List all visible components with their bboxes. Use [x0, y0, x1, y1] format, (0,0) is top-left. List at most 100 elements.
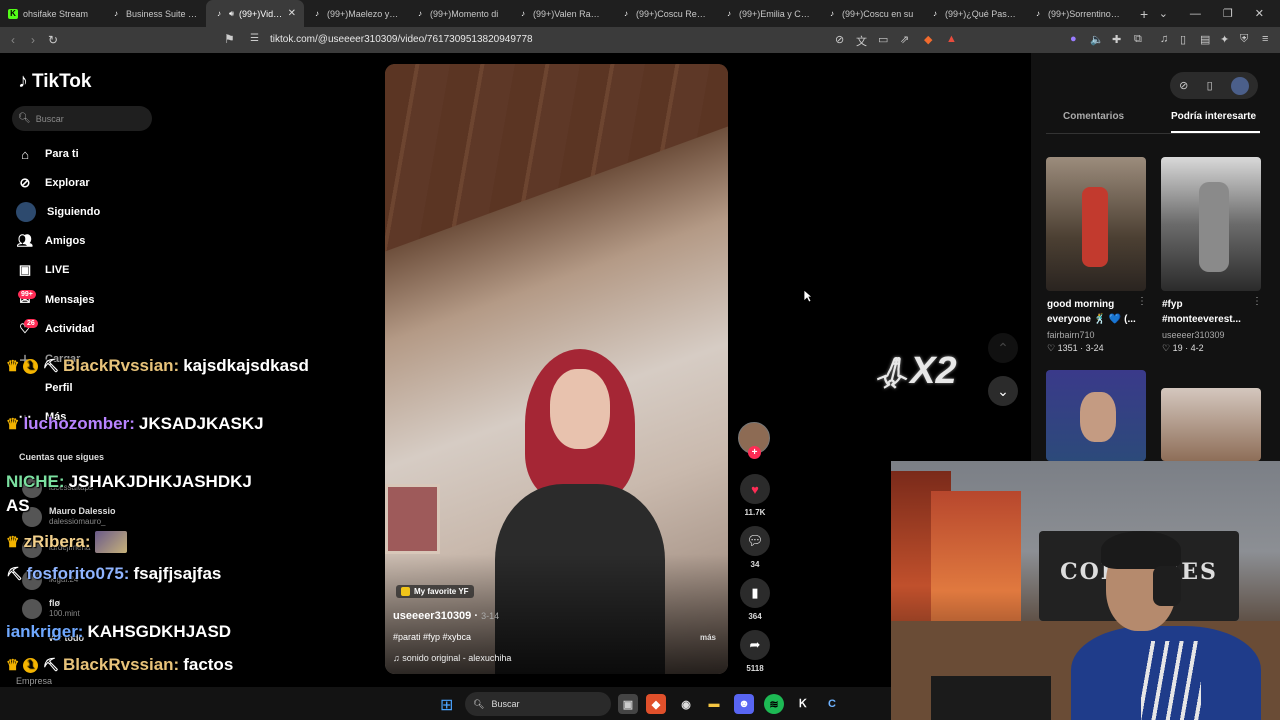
browser-tab[interactable]: ♪ (99+)Coscu Reaccio	[613, 0, 716, 27]
device-icon[interactable]: ▯	[1207, 79, 1213, 92]
reload-icon[interactable]: ↻	[43, 33, 63, 47]
minimize-icon[interactable]: —	[1190, 8, 1201, 20]
close-window-icon[interactable]: ✕	[1255, 7, 1264, 20]
share-icon[interactable]: ⇗	[900, 33, 909, 46]
video-author[interactable]: useeeer310309 · 3-14	[393, 610, 499, 622]
tracking-icon[interactable]: ⊘	[835, 33, 844, 46]
browser-tab[interactable]: ♪ (99+)Coscu en su	[819, 0, 922, 27]
related-video-thumbnail[interactable]	[1046, 157, 1146, 291]
related-video-title[interactable]: good morning everyone 🕺 💙 (...	[1047, 297, 1139, 327]
account-name: Mauro Dalessio	[49, 506, 116, 516]
chat-message: ⛏ fosforito075: fsajfjsajfas	[6, 564, 221, 584]
puzzle-icon[interactable]: ✚	[1112, 33, 1121, 46]
more-options-icon[interactable]: ⋮	[1252, 296, 1262, 307]
sound-label: sonido original - alexuchiha	[402, 653, 512, 663]
more-options-icon[interactable]: ⋮	[1137, 296, 1147, 307]
app-c-icon[interactable]: C	[822, 694, 842, 714]
leo-icon[interactable]: ✦	[1220, 33, 1229, 46]
related-video-title[interactable]: #fyp #monteeverest...	[1162, 297, 1254, 327]
back-icon[interactable]: ‹	[3, 33, 23, 47]
browser-tab[interactable]: ♪ (99+)Valen Ramos	[510, 0, 613, 27]
compass-icon[interactable]: ⊘	[1179, 79, 1188, 92]
browser-tab[interactable]: ♪ (99+)Maelezo ya P	[304, 0, 407, 27]
tab-comments[interactable]: Comentarios	[1063, 111, 1124, 122]
url-field[interactable]: tiktok.com/@useeeer310309/video/76173095…	[270, 34, 533, 45]
browser-tab[interactable]: ♪ (99+)Sorrentinos L	[1025, 0, 1128, 27]
related-video-author[interactable]: useeeer310309	[1162, 330, 1225, 340]
tab-related[interactable]: Podría interesarte	[1171, 111, 1260, 133]
nav-item-explorar[interactable]: ⊘ Explorar	[16, 172, 90, 194]
brave-shield-icon[interactable]: ◆	[924, 33, 932, 46]
search-box[interactable]: 🔍︎	[12, 106, 152, 131]
avatar	[22, 598, 42, 619]
browser-tab[interactable]: ♪ (99+)Momento di	[407, 0, 510, 27]
nav-item-perfil[interactable]: Perfil	[16, 377, 73, 399]
following-account[interactable]: flø 100.mint	[22, 598, 80, 619]
video-sticker[interactable]: My favorite YF	[396, 585, 474, 598]
like-button[interactable]: ♥ 11.7K	[738, 474, 772, 517]
taskbar-search[interactable]: 🔍︎ Buscar	[465, 692, 611, 716]
brave-browser-icon[interactable]: ◆	[646, 694, 666, 714]
like-count: 19	[1172, 343, 1183, 353]
browser-tab[interactable]: ♪ Business Suite | TikT	[103, 0, 206, 27]
nav-item-siguiendo[interactable]: Siguiendo	[16, 201, 100, 223]
discord-icon[interactable]: ☻	[734, 694, 754, 714]
task-view-icon[interactable]: ▣	[618, 694, 638, 714]
nav-item-live[interactable]: ▣ LIVE	[16, 259, 70, 281]
video-sound[interactable]: ♫ sonido original - alexuchiha	[393, 653, 511, 663]
wallet-icon[interactable]: ▤	[1200, 33, 1210, 46]
browser-tab[interactable]: ♪ (99+)¿Qué Pasaría	[922, 0, 1025, 27]
search-input[interactable]	[35, 113, 136, 124]
tiktok-logo[interactable]: ♪ TikTok	[18, 70, 91, 93]
close-tab-icon[interactable]: ✕	[288, 8, 296, 19]
related-video-thumbnail[interactable]	[1046, 370, 1146, 461]
comment-button[interactable]: 💬︎ 34	[738, 526, 772, 569]
bookmark-icon[interactable]: ⚑	[224, 32, 235, 46]
right-panel-toolbar: ⊘ ▯	[1170, 72, 1258, 99]
video-player[interactable]: My favorite YF useeeer310309 · 3-14 #par…	[385, 64, 728, 674]
spotify-icon[interactable]: ≋	[764, 694, 784, 714]
brave-rewards-icon[interactable]: ▲	[946, 33, 957, 45]
app-icon[interactable]: Ꮶ	[793, 694, 813, 714]
nav-item-amigos[interactable]: 👥︎ Amigos	[16, 230, 86, 252]
nav-label: Amigos	[45, 235, 86, 247]
author-name[interactable]: useeeer310309	[393, 610, 471, 622]
user-avatar-icon[interactable]	[1230, 76, 1249, 95]
compass-icon: ⊘	[19, 175, 31, 190]
share-button[interactable]: ➦ 5118	[738, 630, 772, 673]
following-account[interactable]: Mauro Dalessio dalessiomauro_	[22, 506, 116, 527]
vpn-icon[interactable]: ⛨	[1240, 33, 1248, 46]
browser-tab[interactable]: ♪ (99+)Emilia y Cosc	[716, 0, 819, 27]
file-explorer-icon[interactable]: ▬	[704, 694, 724, 714]
video-hashtags[interactable]: #parati #fyp #xybca	[393, 632, 471, 642]
audio-playing-icon[interactable]: 🔊︎	[229, 9, 234, 19]
new-tab-button[interactable]: +	[1140, 6, 1148, 22]
browser-tab[interactable]: ♪ 🔊︎ (99+)Video ✕	[206, 0, 304, 27]
windows-start-icon[interactable]: ⊞	[440, 695, 453, 715]
nav-item-para-ti[interactable]: ⌂ Para ti	[16, 143, 79, 165]
music-icon[interactable]: ♫	[1160, 33, 1168, 45]
menu-icon[interactable]: ≡	[1262, 33, 1268, 45]
audio-icon[interactable]: 🔈	[1090, 33, 1104, 46]
sidebar-icon[interactable]: ▯	[1180, 33, 1186, 46]
related-video-thumbnail[interactable]	[1161, 388, 1261, 461]
next-video-button[interactable]: ⌄	[988, 376, 1018, 406]
translate-icon[interactable]: 文	[856, 33, 867, 49]
maximize-icon[interactable]: ❐	[1223, 7, 1233, 20]
related-video-author[interactable]: fairbairn710	[1047, 330, 1095, 340]
forward-icon[interactable]: ›	[23, 33, 43, 47]
tab-search-icon[interactable]: ⌄	[1159, 7, 1168, 20]
extension-icon[interactable]: ●	[1070, 33, 1077, 45]
obs-icon[interactable]: ◉	[676, 694, 696, 714]
site-info-icon[interactable]: ☰	[250, 33, 259, 44]
previous-video-button[interactable]: ⌃	[988, 333, 1018, 363]
browser-tab[interactable]: Kohsifake Stream	[0, 0, 103, 27]
footer-business-link[interactable]: Empresa	[16, 676, 52, 686]
cast-icon[interactable]: ▭	[878, 33, 888, 46]
screenshot-icon[interactable]: ⧉	[1134, 33, 1142, 46]
nav-label: Para ti	[45, 148, 79, 160]
save-button[interactable]: ▮ 364	[738, 578, 772, 621]
follow-plus-icon[interactable]: +	[748, 446, 761, 459]
related-video-thumbnail[interactable]	[1161, 157, 1261, 291]
more-button[interactable]: más	[700, 633, 716, 642]
